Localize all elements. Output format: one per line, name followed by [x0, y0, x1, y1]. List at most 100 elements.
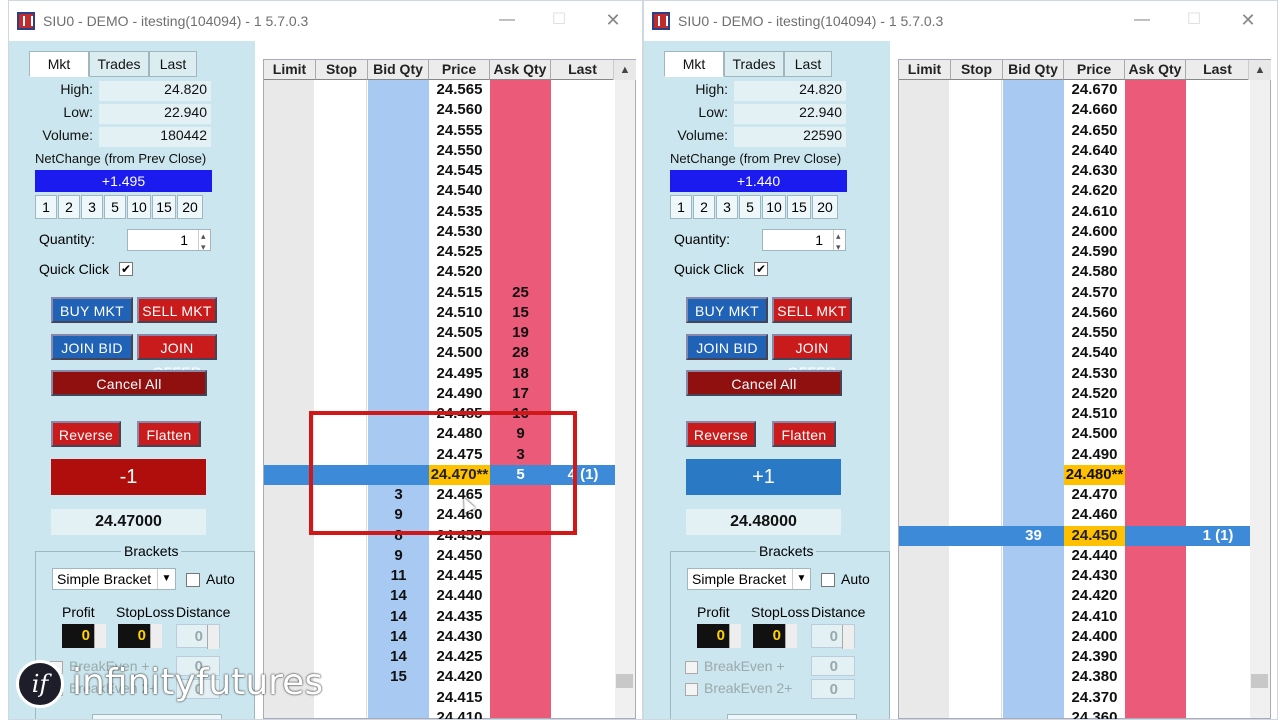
spinner-icon[interactable] [785, 624, 797, 648]
last-cell[interactable] [551, 627, 615, 647]
price-cell[interactable]: 24.420 [429, 667, 490, 687]
ask-qty-cell[interactable] [490, 688, 551, 708]
last-cell[interactable] [1186, 141, 1250, 161]
price-cell[interactable]: 24.510 [429, 303, 490, 323]
ladder-row[interactable]: 3 24.465 [264, 485, 615, 505]
price-cell[interactable]: 24.660 [1064, 100, 1125, 120]
bid-qty-cell[interactable] [1003, 384, 1064, 404]
bid-qty-cell[interactable] [1003, 121, 1064, 141]
bid-qty-cell[interactable] [1003, 262, 1064, 282]
last-cell[interactable] [551, 667, 615, 687]
last-cell[interactable] [1186, 100, 1250, 120]
ask-qty-cell[interactable] [1125, 708, 1186, 719]
ask-qty-cell[interactable] [1125, 141, 1186, 161]
last-cell[interactable] [551, 262, 615, 282]
ask-qty-cell[interactable] [1125, 607, 1186, 627]
ladder-row[interactable]: 24.440 [899, 546, 1250, 566]
ask-qty-cell[interactable] [1125, 505, 1186, 525]
last-cell[interactable] [551, 586, 615, 606]
ladder-row[interactable]: 24.505 19 [264, 323, 615, 343]
bid-qty-cell[interactable]: 8 [368, 526, 429, 546]
bid-qty-cell[interactable] [1003, 667, 1064, 687]
ladder-row[interactable]: 24.560 [264, 100, 615, 120]
bracket-type-select[interactable]: Simple Bracket ▼ [52, 568, 176, 590]
ladder-row[interactable]: 24.380 [899, 667, 1250, 687]
last-cell[interactable] [551, 688, 615, 708]
qty-preset-button[interactable]: 3 [81, 195, 103, 219]
ladder-row[interactable]: 24.560 [899, 303, 1250, 323]
ask-qty-cell[interactable] [1125, 465, 1186, 485]
spinner-icon[interactable] [729, 624, 741, 648]
bid-qty-cell[interactable] [368, 688, 429, 708]
bid-qty-cell[interactable] [368, 424, 429, 444]
ladder-scrollbar[interactable]: ▲ [613, 60, 636, 718]
ask-qty-cell[interactable]: 17 [490, 384, 551, 404]
ladder-row[interactable]: 24.500 28 [264, 343, 615, 363]
last-cell[interactable] [551, 181, 615, 201]
last-cell[interactable]: 4 (1) [551, 465, 615, 485]
price-cell[interactable]: 24.565 [429, 80, 490, 100]
ladder-row[interactable]: 24.580 [899, 262, 1250, 282]
ask-qty-cell[interactable] [1125, 283, 1186, 303]
ask-qty-cell[interactable]: 16 [490, 404, 551, 424]
qty-preset-button[interactable]: 1 [670, 195, 692, 219]
bid-qty-cell[interactable] [368, 181, 429, 201]
ladder-row[interactable]: 24.640 [899, 141, 1250, 161]
last-cell[interactable] [551, 647, 615, 667]
breakeven2-checkbox[interactable] [685, 682, 698, 696]
ladder-row[interactable]: 24.420 [899, 586, 1250, 606]
price-cell[interactable]: 24.520 [429, 262, 490, 282]
bid-qty-cell[interactable] [368, 364, 429, 384]
ladder-row[interactable]: 24.555 [264, 121, 615, 141]
price-cell[interactable]: 24.530 [1064, 364, 1125, 384]
bid-qty-cell[interactable] [368, 404, 429, 424]
ladder-row[interactable]: 24.410 [899, 607, 1250, 627]
last-cell[interactable] [551, 384, 615, 404]
ask-qty-cell[interactable] [490, 505, 551, 525]
buy-mkt-button[interactable]: BUY MKT [686, 297, 768, 323]
ask-qty-cell[interactable] [1125, 627, 1186, 647]
ask-qty-cell[interactable] [1125, 364, 1186, 384]
ask-qty-cell[interactable] [1125, 121, 1186, 141]
qty-preset-button[interactable]: 2 [693, 195, 715, 219]
scroll-thumb[interactable] [1251, 674, 1268, 688]
ask-qty-cell[interactable] [1125, 100, 1186, 120]
last-cell[interactable] [551, 424, 615, 444]
ladder-row[interactable]: 24.510 [899, 404, 1250, 424]
ask-qty-cell[interactable] [490, 100, 551, 120]
ask-qty-cell[interactable] [1125, 161, 1186, 181]
ask-qty-cell[interactable] [490, 526, 551, 546]
price-cell[interactable]: 24.670 [1064, 80, 1125, 100]
ladder-row[interactable]: 24.480 9 [264, 424, 615, 444]
spinner-icon[interactable] [198, 226, 210, 257]
cancel-all-button[interactable]: Cancel All [686, 370, 842, 396]
last-cell[interactable] [1186, 647, 1250, 667]
spinner-icon[interactable] [842, 625, 854, 649]
last-cell[interactable] [1186, 607, 1250, 627]
ladder-row[interactable]: 24.630 [899, 161, 1250, 181]
ask-qty-cell[interactable] [490, 586, 551, 606]
ask-qty-cell[interactable] [1125, 80, 1186, 100]
bid-qty-cell[interactable] [368, 80, 429, 100]
breakeven-checkbox[interactable] [685, 660, 698, 674]
last-cell[interactable] [551, 283, 615, 303]
ask-qty-cell[interactable] [1125, 485, 1186, 505]
ladder-scrollbar[interactable]: ▲ [1248, 60, 1271, 718]
price-cell[interactable]: 24.515 [429, 283, 490, 303]
last-cell[interactable] [1186, 364, 1250, 384]
last-cell[interactable] [551, 404, 615, 424]
last-cell[interactable] [551, 364, 615, 384]
last-cell[interactable] [1186, 505, 1250, 525]
last-cell[interactable] [1186, 121, 1250, 141]
last-cell[interactable] [551, 100, 615, 120]
scroll-thumb[interactable] [616, 674, 633, 688]
ladder-row[interactable]: 11 24.445 [264, 566, 615, 586]
tab-trades[interactable]: Trades [724, 51, 784, 77]
bid-qty-cell[interactable] [1003, 303, 1064, 323]
ladder-row[interactable]: 24.650 [899, 121, 1250, 141]
price-cell[interactable]: 24.460 [1064, 505, 1125, 525]
price-cell[interactable]: 24.580 [1064, 262, 1125, 282]
price-cell[interactable]: 24.460 [429, 505, 490, 525]
column-header-stop[interactable]: Stop [316, 60, 368, 80]
qty-preset-button[interactable]: 10 [762, 195, 786, 219]
